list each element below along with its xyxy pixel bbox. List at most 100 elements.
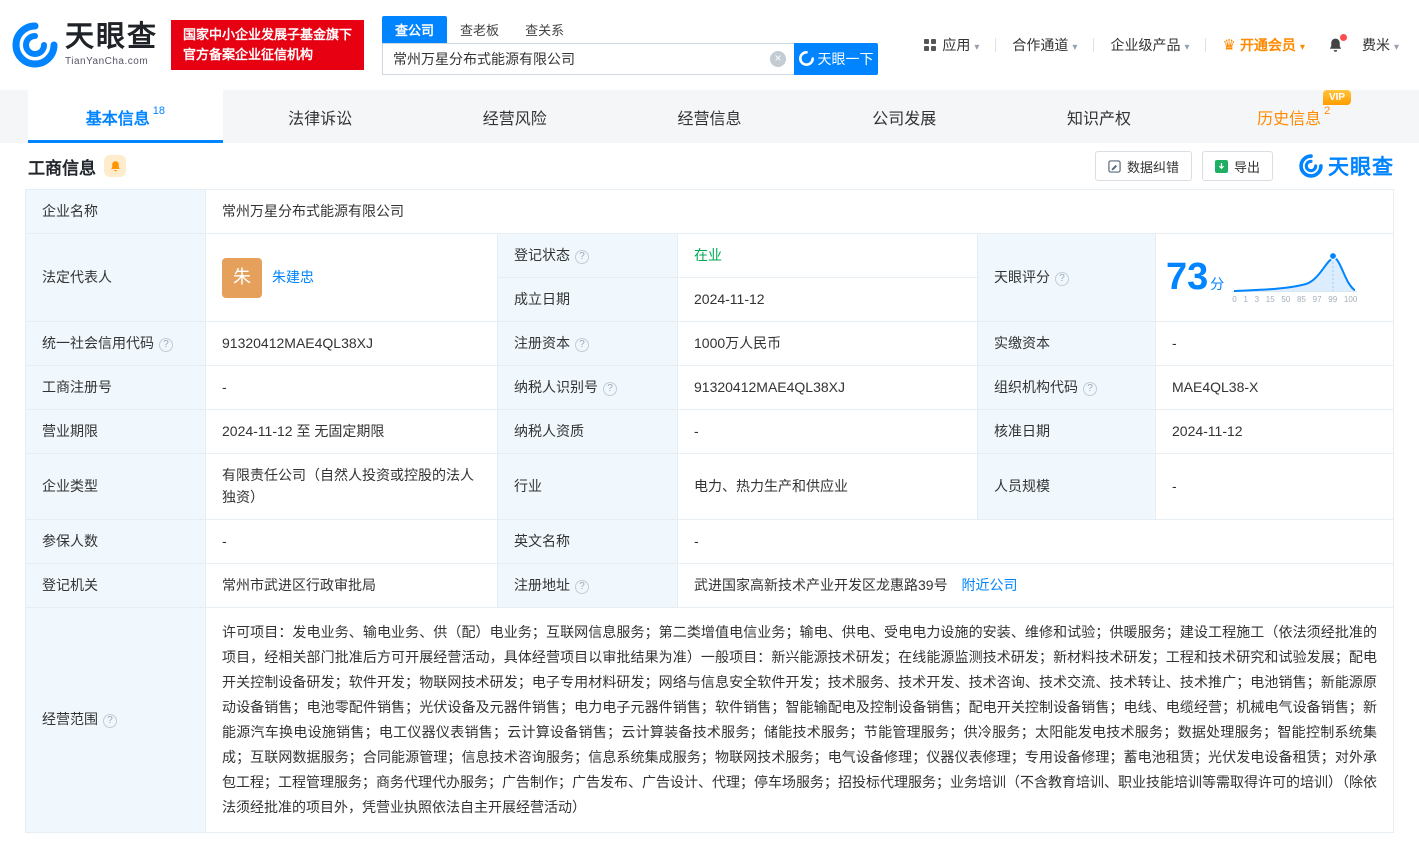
nav-vip-label: 开通会员 [1239, 37, 1296, 53]
nav-vip-membership[interactable]: 开通会员 [1222, 35, 1304, 55]
nav-divider [1093, 38, 1095, 52]
label-reg-number: 工商注册号 [25, 365, 206, 410]
label-establish-date: 成立日期 [497, 277, 678, 322]
label-english-name: 英文名称 [497, 519, 678, 564]
export-excel-icon [1214, 159, 1228, 173]
vip-badge: VIP [1322, 89, 1352, 105]
help-icon[interactable] [575, 579, 589, 594]
help-icon[interactable] [603, 381, 617, 396]
value-reg-number: - [205, 365, 498, 410]
monitor-bell-icon[interactable] [104, 155, 126, 177]
nav-user[interactable]: 费米 [1362, 35, 1399, 55]
search-input[interactable] [393, 50, 771, 67]
row-credit-code: 统一社会信用代码 91320412MAE4QL38XJ 注册资本 1000万人民… [25, 321, 1394, 366]
label-score: 天眼评分 [977, 233, 1156, 322]
tab-label: 基本信息 [85, 110, 150, 128]
section-header: 工商信息 数据纠错 导出 天眼查 [0, 143, 1419, 189]
status-badge: 在业 [694, 246, 722, 263]
tab-intellectual-property[interactable]: 知识产权 [1002, 90, 1197, 143]
data-correction-button[interactable]: 数据纠错 [1094, 151, 1192, 181]
value-reg-status: 在业 [677, 233, 978, 278]
value-business-scope: 许可项目：发电业务、输电业务、供（配）电业务；互联网信息服务；第二类增值电信业务… [205, 607, 1394, 833]
value-reg-authority: 常州市武进区行政审批局 [205, 563, 498, 608]
nearby-companies-link[interactable]: 附近公司 [961, 577, 1017, 593]
value-business-term: 2024-11-12 至 无固定期限 [205, 409, 498, 454]
tab-legal-proceedings[interactable]: 法律诉讼 [223, 90, 418, 143]
chevron-down-icon [1180, 37, 1189, 53]
score-axis-labels: 0 1 3 15 50 85 97 99 100 [1232, 294, 1358, 304]
label-insured-count: 参保人数 [25, 519, 206, 564]
chevron-down-icon [1296, 37, 1305, 53]
search-tabs: 查公司 查老板 查关系 [382, 15, 878, 43]
search-tab-company[interactable]: 查公司 [382, 15, 448, 43]
value-english-name: - [677, 519, 1394, 564]
nav-user-label: 费米 [1361, 37, 1390, 53]
chevron-down-icon [1068, 37, 1077, 53]
clear-icon[interactable] [770, 50, 787, 67]
search-button-logo-icon [798, 51, 814, 66]
nav-apps[interactable]: 应用 [923, 35, 979, 55]
export-button[interactable]: 导出 [1201, 151, 1273, 181]
tab-label: 经营信息 [677, 110, 742, 128]
top-navigation: 应用 合作通道 企业级产品 开通会员 [923, 33, 1399, 55]
watermark-logo[interactable]: 天眼查 [1299, 151, 1394, 181]
credential-badge: 国家中小企业发展子基金旗下 官方备案企业征信机构 [171, 19, 365, 71]
value-reg-capital: 1000万人民币 [677, 321, 978, 366]
label-company-type: 企业类型 [25, 453, 206, 520]
notification-dot [1339, 33, 1347, 41]
chevron-down-icon [970, 37, 979, 53]
tab-company-development[interactable]: 公司发展 [807, 90, 1002, 143]
help-icon[interactable] [159, 337, 173, 352]
nav-enterprise-label: 企业级产品 [1110, 37, 1181, 53]
help-icon[interactable] [575, 337, 589, 352]
row-company-type: 企业类型 有限责任公司（自然人投资或控股的法人独资） 行业 电力、热力生产和供应… [25, 453, 1394, 520]
tianyancha-logo[interactable]: 天眼查 TianYanCha.com [12, 22, 158, 68]
tab-count: 2 [1324, 104, 1331, 117]
page: 天眼查 TianYanCha.com 国家中小企业发展子基金旗下 官方备案企业征… [0, 0, 1419, 845]
notification-bell[interactable] [1327, 33, 1347, 54]
search-button[interactable]: 天眼一下 [794, 42, 879, 75]
company-tab-bar: 基本信息 18 法律诉讼 经营风险 经营信息 公司发展 知识产权 历史信息 VI… [0, 89, 1419, 143]
logo-domain: TianYanCha.com [65, 56, 149, 67]
search-row: 天眼一下 [382, 42, 879, 75]
top-bar: 天眼查 TianYanCha.com 国家中小企业发展子基金旗下 官方备案企业征… [0, 0, 1419, 90]
nav-enterprise-products[interactable]: 企业级产品 [1110, 35, 1189, 55]
value-score: 73 分 0 1 3 15 50 85 97 99 100 [1155, 233, 1394, 322]
tab-operating-risk[interactable]: 经营风险 [417, 90, 612, 143]
help-icon[interactable] [1055, 271, 1069, 286]
business-info-table: 企业名称 常州万星分布式能源有限公司 法定代表人 朱 朱建忠 登记状态 在业 天… [25, 189, 1394, 833]
value-insured-count: - [205, 519, 498, 564]
tab-history-info[interactable]: 历史信息 VIP 2 [1196, 89, 1391, 143]
search-tab-boss[interactable]: 查老板 [447, 16, 512, 43]
label-taxpayer-qualify: 纳税人资质 [497, 409, 678, 454]
nav-apps-label: 应用 [942, 37, 971, 53]
help-icon[interactable] [103, 714, 117, 729]
help-icon[interactable] [1083, 381, 1097, 396]
tab-operating-info[interactable]: 经营信息 [612, 90, 807, 143]
label-reg-authority: 登记机关 [25, 563, 206, 608]
row-business-term: 营业期限 2024-11-12 至 无固定期限 纳税人资质 - 核准日期 202… [25, 409, 1394, 454]
help-icon[interactable] [575, 249, 589, 264]
legal-rep-avatar[interactable]: 朱 [222, 257, 262, 298]
label-taxpayer-id: 纳税人识别号 [497, 365, 678, 410]
logo-name: 天眼查 [65, 21, 159, 53]
search-tab-relation[interactable]: 查关系 [512, 16, 577, 43]
nav-divider [1205, 38, 1207, 52]
label-reg-address: 注册地址 [497, 563, 678, 608]
legal-rep-link[interactable]: 朱建忠 [272, 267, 314, 289]
data-correction-label: 数据纠错 [1126, 159, 1179, 175]
value-taxpayer-qualify: - [677, 409, 978, 454]
label-legal-rep: 法定代表人 [25, 233, 206, 322]
nav-cooperation[interactable]: 合作通道 [1012, 35, 1077, 55]
search-button-label: 天眼一下 [817, 50, 874, 67]
correction-icon [1108, 159, 1121, 173]
tab-basic-info[interactable]: 基本信息 18 [28, 90, 223, 143]
nav-divider [995, 38, 997, 52]
tab-label: 法律诉讼 [288, 110, 353, 128]
watermark-logo-icon [1299, 154, 1323, 178]
label-paid-capital: 实缴资本 [977, 321, 1156, 366]
label-reg-capital: 注册资本 [497, 321, 678, 366]
tab-label: 历史信息 [1257, 110, 1322, 128]
search-input-box [382, 42, 795, 75]
label-business-term: 营业期限 [25, 409, 206, 454]
